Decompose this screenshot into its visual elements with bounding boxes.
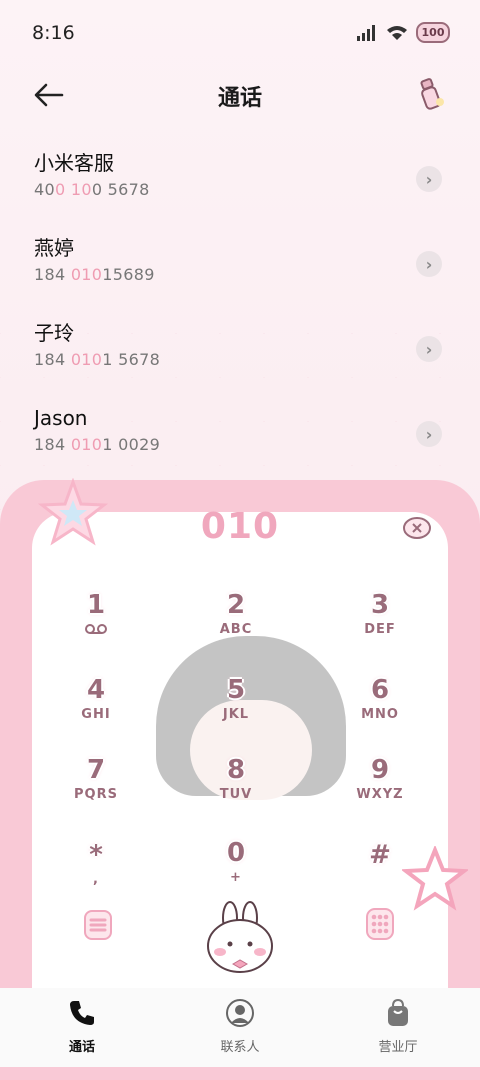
bag-icon bbox=[388, 998, 408, 1026]
dial-key-3[interactable]: 3 DEF bbox=[335, 590, 425, 656]
dial-key-star[interactable]: * , bbox=[51, 840, 141, 906]
person-icon bbox=[226, 999, 254, 1027]
contact-row[interactable]: 小米客服 400 100 5678 › bbox=[34, 150, 446, 220]
status-time: 8:16 bbox=[32, 22, 75, 44]
contact-row[interactable]: Jason 184 0101 0029 › bbox=[34, 405, 446, 475]
chevron-right-icon[interactable]: › bbox=[416, 336, 442, 362]
dial-key-1[interactable]: 1 bbox=[51, 590, 141, 656]
contact-name: Jason bbox=[34, 406, 88, 430]
call-bunny-button[interactable] bbox=[200, 898, 280, 978]
tab-calls[interactable]: 通话 bbox=[22, 998, 142, 1055]
chevron-right-icon[interactable]: › bbox=[416, 421, 442, 447]
bottom-tab-bar: 通话 联系人 营业厅 bbox=[0, 988, 480, 1067]
contact-number: 184 01015689 bbox=[34, 265, 155, 284]
contact-number: 184 0101 0029 bbox=[34, 435, 161, 454]
dial-key-7[interactable]: 7 PQRS bbox=[51, 755, 141, 821]
dial-key-6[interactable]: 6 MNO bbox=[335, 675, 425, 741]
dial-key-5[interactable]: 5 JKL bbox=[191, 675, 281, 741]
dial-key-0[interactable]: 0 + bbox=[191, 838, 281, 904]
chat-bubble-icon[interactable] bbox=[402, 516, 432, 542]
signal-icon bbox=[357, 24, 375, 41]
page-title: 通话 bbox=[217, 86, 262, 111]
dial-key-2[interactable]: 2 ABC bbox=[191, 590, 281, 656]
dial-key-4[interactable]: 4 GHI bbox=[51, 675, 141, 741]
dial-key-9[interactable]: 9 WXYZ bbox=[335, 755, 425, 821]
menu-icon[interactable] bbox=[84, 910, 112, 940]
keypad-grid-icon[interactable] bbox=[366, 908, 394, 940]
character-illustration bbox=[140, 630, 360, 870]
status-bar: 8:16 100 bbox=[0, 0, 480, 66]
battery-indicator: 100 bbox=[416, 22, 450, 43]
contact-row[interactable]: 燕婷 184 01015689 › bbox=[34, 235, 446, 305]
contact-row[interactable]: 子玲 184 0101 5678 › bbox=[34, 320, 446, 390]
dial-key-8[interactable]: 8 TUV bbox=[191, 755, 281, 821]
chevron-right-icon[interactable]: › bbox=[416, 251, 442, 277]
wifi-icon bbox=[387, 25, 407, 40]
contact-number: 400 100 5678 bbox=[34, 180, 150, 199]
dial-key-hash[interactable]: # bbox=[335, 840, 425, 906]
theme-bottle-icon[interactable] bbox=[418, 78, 448, 112]
phone-icon bbox=[70, 1001, 94, 1025]
chevron-right-icon[interactable]: › bbox=[416, 166, 442, 192]
contact-name: 子玲 bbox=[34, 321, 74, 345]
header: 通话 bbox=[0, 66, 480, 126]
status-icons: 100 bbox=[356, 22, 450, 43]
tab-contacts[interactable]: 联系人 bbox=[180, 998, 300, 1055]
contact-name: 燕婷 bbox=[34, 236, 74, 260]
contact-number: 184 0101 5678 bbox=[34, 350, 161, 369]
tab-service-hall[interactable]: 营业厅 bbox=[338, 998, 458, 1055]
voicemail-icon bbox=[85, 624, 107, 634]
contact-name: 小米客服 bbox=[34, 151, 114, 175]
